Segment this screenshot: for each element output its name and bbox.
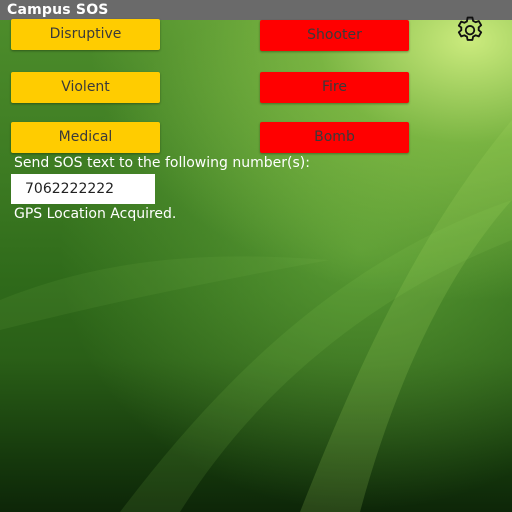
shooter-button[interactable]: Shooter [260, 20, 409, 51]
phone-number-field[interactable] [11, 174, 155, 204]
settings-button[interactable] [452, 16, 488, 45]
bomb-button[interactable]: Bomb [260, 122, 409, 153]
app-title: Campus SOS [7, 2, 109, 18]
gps-status-label: GPS Location Acquired. [14, 206, 177, 222]
sos-prompt-label: Send SOS text to the following number(s)… [14, 155, 310, 171]
disruptive-button[interactable]: Disruptive [11, 19, 160, 50]
gear-icon [457, 16, 483, 41]
title-bar: Campus SOS [0, 0, 512, 20]
fire-button[interactable]: Fire [260, 72, 409, 103]
medical-button[interactable]: Medical [11, 122, 160, 153]
violent-button[interactable]: Violent [11, 72, 160, 103]
